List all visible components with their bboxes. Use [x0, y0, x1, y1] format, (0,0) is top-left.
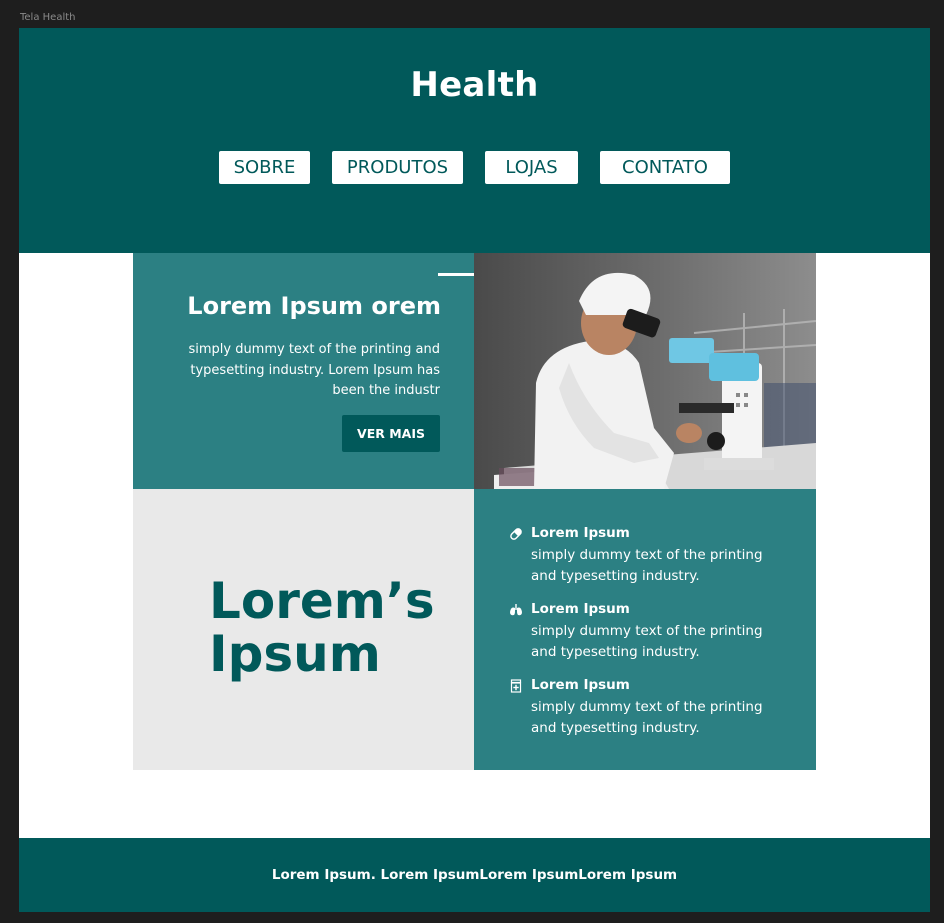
feature-title: Lorem Ipsum: [531, 525, 630, 541]
medicine-bottle-icon: [510, 679, 522, 693]
nav-sobre-button[interactable]: SOBRE: [219, 151, 310, 184]
ver-mais-button[interactable]: VER MAIS: [342, 415, 440, 452]
frame-label: Tela Health: [20, 12, 76, 23]
hero-title: Lorem Ipsum orem: [187, 292, 441, 320]
hero-body: simply dummy text of the printing and ty…: [188, 342, 440, 398]
nav-produtos-button[interactable]: PRODUTOS: [332, 151, 463, 184]
big-title-line-2: Ipsum: [209, 625, 381, 683]
pill-icon: [510, 528, 522, 540]
page-frame: Health SOBRE PRODUTOS LOJAS CONTATO Lore…: [19, 28, 930, 912]
hero-photo-lab-scientist: [474, 253, 816, 489]
section-big-title: Lorem’s Ipsum: [209, 575, 435, 681]
lungs-icon: [510, 604, 522, 616]
nav-contato-button[interactable]: CONTATO: [600, 151, 730, 184]
footer: Lorem Ipsum. Lorem IpsumLorem IpsumLorem…: [19, 838, 930, 912]
feature-title: Lorem Ipsum: [531, 601, 630, 617]
feature-body: simply dummy text of the printing and ty…: [531, 623, 763, 660]
big-title-line-1: Lorem’s: [209, 572, 435, 630]
header: Health SOBRE PRODUTOS LOJAS CONTATO: [19, 28, 930, 253]
lab-photo-illustration: [474, 253, 816, 489]
feature-body: simply dummy text of the printing and ty…: [531, 699, 763, 736]
footer-text: Lorem Ipsum. Lorem IpsumLorem IpsumLorem…: [271, 867, 678, 883]
nav-lojas-button[interactable]: LOJAS: [485, 151, 578, 184]
brand-title: Health: [410, 65, 539, 105]
feature-title: Lorem Ipsum: [531, 677, 630, 693]
feature-body: simply dummy text of the printing and ty…: [531, 547, 763, 584]
